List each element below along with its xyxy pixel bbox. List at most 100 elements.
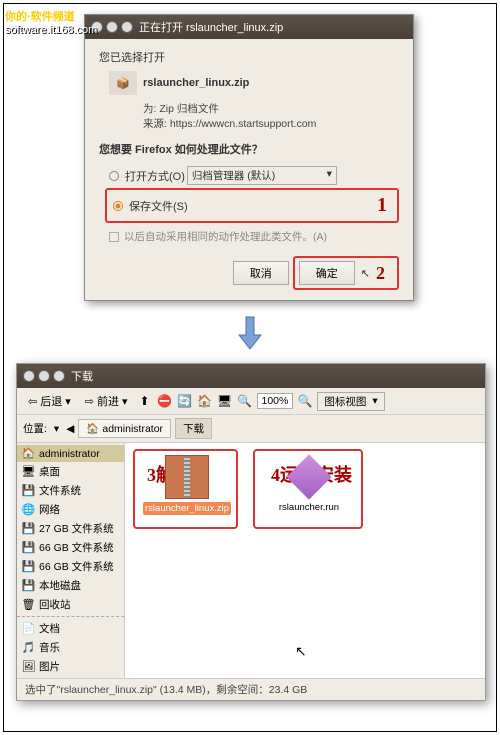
forward-button[interactable]: ⇨前进 ▾ — [80, 391, 133, 411]
zoom-field[interactable]: 100% — [257, 393, 294, 409]
annotation-1: 1 — [377, 194, 387, 217]
zoom-in-icon[interactable]: 🔍 — [297, 393, 313, 409]
home-icon[interactable]: 🏠 — [197, 393, 213, 409]
sidebar-item[interactable]: 💾 本地磁盘 — [17, 576, 124, 595]
fm-content[interactable]: 3解压 rslauncher_linux.zip 4运行安装 rslaunche… — [125, 443, 485, 678]
location-label: 位置: — [23, 421, 47, 436]
fm-toolbar: ⇦后退 ▾ ⇨前进 ▾ ⬆ ⛔ 🔄 🏠 🖥 🔍 100% 🔍 图标视图▾ — [17, 388, 485, 415]
download-dialog: 正在打开 rslauncher_linux.zip 您已选择打开 📦 rslau… — [84, 14, 414, 301]
sidebar-label: 图片 — [39, 659, 60, 674]
path-back-icon[interactable]: ◀ — [66, 423, 74, 435]
sidebar-icon: 💾 — [22, 522, 35, 535]
run-icon — [286, 454, 331, 499]
ok-button[interactable]: 确定 — [299, 261, 355, 285]
option-save-file-annotated[interactable]: 保存文件(S) 1 — [105, 188, 399, 223]
minimize-icon[interactable] — [38, 370, 50, 382]
outer-frame: 正在打开 rslauncher_linux.zip 您已选择打开 📦 rslau… — [3, 3, 497, 732]
reload-icon[interactable]: 🔄 — [177, 393, 193, 409]
dialog-heading: 您已选择打开 — [99, 49, 399, 65]
stop-icon[interactable]: ⛔ — [157, 393, 173, 409]
sidebar-item[interactable]: 🖼 图片 — [17, 657, 124, 676]
sidebar-label: 本地磁盘 — [39, 578, 81, 593]
path-segment-admin[interactable]: 🏠administrator — [78, 419, 171, 438]
watermark: 你的·软件频道 software.it168.com — [5, 8, 97, 36]
sidebar-item[interactable]: 💾 66 GB 文件系统 — [17, 538, 124, 557]
sidebar-item[interactable]: 🎵 音乐 — [17, 638, 124, 657]
sidebar-item[interactable]: 🏠 administrator — [17, 445, 124, 462]
fm-title: 下载 — [71, 368, 93, 384]
sidebar-icon: 🗑 — [22, 598, 35, 611]
file-label: rslauncher.run — [267, 501, 351, 514]
sidebar-icon: 🏠 — [22, 447, 35, 460]
maximize-icon[interactable] — [121, 21, 133, 33]
dialog-container: 正在打开 rslauncher_linux.zip 您已选择打开 📦 rslau… — [4, 4, 496, 311]
minimize-icon[interactable] — [106, 21, 118, 33]
sidebar-item[interactable]: 🗑 回收站 — [17, 595, 124, 614]
radio-icon-selected[interactable] — [113, 201, 123, 211]
checkbox-icon[interactable] — [109, 232, 119, 242]
sidebar-item[interactable]: 📄 文档 — [17, 619, 124, 638]
path-segment-downloads[interactable]: 下载 — [175, 418, 212, 439]
view-dropdown[interactable]: 图标视图▾ — [317, 392, 384, 411]
sidebar-item[interactable]: 🎬视频 — [17, 676, 124, 678]
zip-icon — [165, 455, 209, 499]
sidebar-item[interactable]: 💾 27 GB 文件系统 — [17, 519, 124, 538]
sidebar-item[interactable]: 🖥桌面 — [17, 462, 124, 481]
fm-body: 🏠administrator🖥桌面💾文件系统🌐网络💾27 GB 文件系统💾66 … — [17, 443, 485, 678]
checkbox-label: 以后自动采用相同的动作处理此类文件。(A) — [124, 229, 327, 244]
home-icon: 🏠 — [86, 422, 99, 435]
sidebar-label: 音乐 — [39, 640, 60, 655]
annotation-2: 2 — [376, 263, 385, 284]
option-open-with[interactable]: 打开方式(O) 归档管理器 (默认)▾ — [109, 163, 399, 188]
chevron-down-icon: ▾ — [327, 168, 332, 183]
file-type: 为: Zip 归档文件 — [143, 101, 399, 116]
remember-checkbox-row[interactable]: 以后自动采用相同的动作处理此类文件。(A) — [109, 229, 399, 244]
computer-icon[interactable]: 🖥 — [217, 393, 233, 409]
sidebar-label: 桌面 — [39, 464, 60, 479]
cancel-button[interactable]: 取消 — [233, 261, 289, 285]
forward-icon: ⇨ — [85, 395, 94, 408]
sidebar-icon: 🎵 — [22, 641, 35, 654]
radio-icon[interactable] — [109, 171, 119, 181]
handler-dropdown[interactable]: 归档管理器 (默认)▾ — [187, 166, 337, 185]
sidebar-icon: 🖼 — [22, 660, 35, 673]
sidebar-label: administrator — [39, 448, 100, 460]
maximize-icon[interactable] — [53, 370, 65, 382]
up-icon[interactable]: ⬆ — [137, 393, 153, 409]
window-controls[interactable] — [23, 370, 65, 382]
sidebar-icon: 💾 — [22, 560, 35, 573]
back-icon: ⇦ — [28, 395, 37, 408]
sidebar-icon: 💾 — [22, 579, 35, 592]
sidebar-icon: 📄 — [22, 622, 35, 635]
file-item-zip[interactable]: rslauncher_linux.zip — [143, 455, 231, 515]
close-icon[interactable] — [23, 370, 35, 382]
path-bar: 位置: ▾ ◀ 🏠administrator 下载 — [17, 415, 485, 443]
sidebar-label: 27 GB 文件系统 — [39, 521, 114, 536]
sidebar-icon: 💾 — [22, 484, 35, 497]
search-icon[interactable]: 🔍 — [237, 393, 253, 409]
sidebar: 🏠administrator🖥桌面💾文件系统🌐网络💾27 GB 文件系统💾66 … — [17, 443, 125, 678]
file-manager-window: 下载 ⇦后退 ▾ ⇨前进 ▾ ⬆ ⛔ 🔄 🏠 🖥 🔍 100% 🔍 图标视图▾ … — [16, 363, 486, 701]
option-label: 保存文件(S) — [129, 198, 188, 214]
fm-container: 下载 ⇦后退 ▾ ⇨前进 ▾ ⬆ ⛔ 🔄 🏠 🖥 🔍 100% 🔍 图标视图▾ … — [4, 358, 496, 731]
sidebar-label: 网络 — [39, 502, 60, 517]
sidebar-label: 文件系统 — [39, 483, 81, 498]
sidebar-item[interactable]: 🌐网络 — [17, 500, 124, 519]
back-button[interactable]: ⇦后退 ▾ — [23, 391, 76, 411]
sidebar-item[interactable]: 💾66 GB 文件系统 — [17, 557, 124, 576]
file-source: 来源: https://wwwcn.startsupport.com — [143, 116, 399, 131]
dialog-question: 您想要 Firefox 如何处理此文件？ — [99, 141, 399, 157]
file-item-run[interactable]: rslauncher.run — [267, 455, 351, 514]
sidebar-label: 回收站 — [39, 597, 71, 612]
chevron-down-icon: ▾ — [65, 395, 71, 408]
titlebar-text: 正在打开 rslauncher_linux.zip — [139, 19, 283, 35]
sidebar-label: 66 GB 文件系统 — [39, 540, 114, 555]
sidebar-separator — [17, 616, 124, 617]
chevron-down-icon[interactable]: ▾ — [54, 423, 59, 435]
statusbar: 选中了"rslauncher_linux.zip" (13.4 MB)，剩余空间… — [17, 678, 485, 700]
button-row: 取消 确定 ↖ 2 — [99, 256, 399, 290]
sidebar-icon: 💾 — [22, 541, 35, 554]
titlebar: 正在打开 rslauncher_linux.zip — [85, 15, 413, 39]
sidebar-label: 文档 — [39, 621, 60, 636]
sidebar-item[interactable]: 💾 文件系统 — [17, 481, 124, 500]
